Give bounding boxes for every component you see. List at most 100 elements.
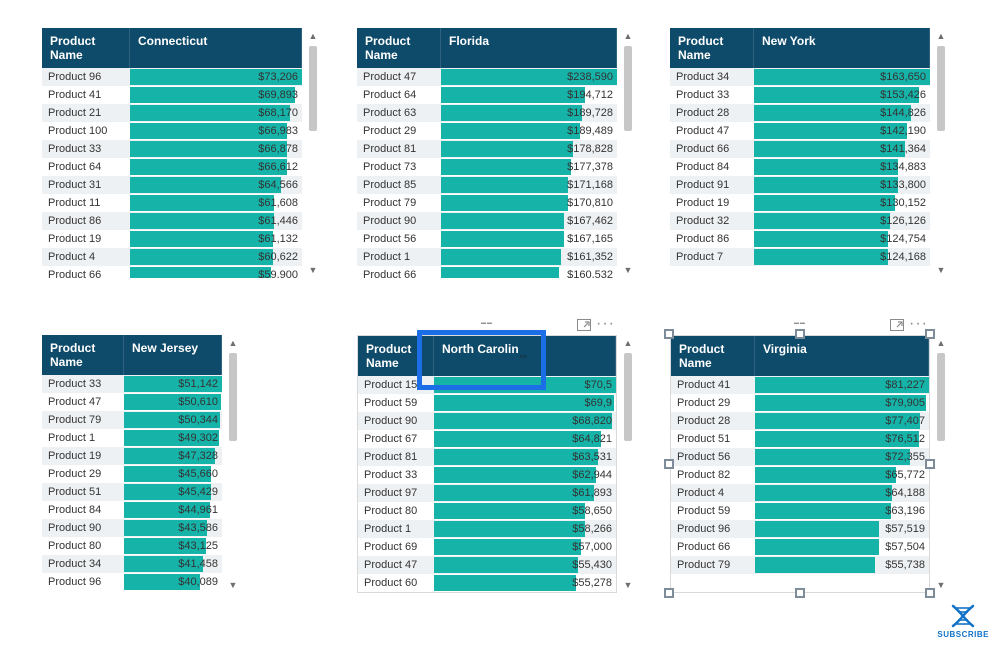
vertical-scrollbar[interactable]: ▲▼ — [621, 28, 635, 278]
table-row[interactable]: Product 80$43,125 — [42, 537, 222, 555]
table-row[interactable]: Product 47$238,590 — [357, 68, 617, 86]
table-row[interactable]: Product 59$63,196 — [671, 502, 929, 520]
table-row[interactable]: Product 100$66,983 — [42, 122, 302, 140]
data-table[interactable]: Product NameConnecticutProduct 96$73,206… — [42, 28, 302, 278]
table-row[interactable]: Product 86$124,754 — [670, 230, 930, 248]
vertical-scrollbar[interactable]: ▲▼ — [621, 335, 635, 593]
table-row[interactable]: Product 33$66,878 — [42, 140, 302, 158]
table-row[interactable]: Product 90$43,586 — [42, 519, 222, 537]
scroll-down-icon[interactable]: ▼ — [623, 265, 633, 275]
table-row[interactable]: Product 28$144,826 — [670, 104, 930, 122]
table-row[interactable]: Product 79$170,810 — [357, 194, 617, 212]
scroll-thumb[interactable] — [624, 353, 632, 441]
table-row[interactable]: Product 56$72,355 — [671, 448, 929, 466]
table-row[interactable]: Product 51$76,512 — [671, 430, 929, 448]
table-header[interactable]: Product NameConnecticut — [42, 28, 302, 68]
table-row[interactable]: Product 66$57,504 — [671, 538, 929, 556]
scroll-up-icon[interactable]: ▲ — [623, 338, 633, 348]
column-header-state[interactable]: North Carolin — [434, 336, 616, 376]
table-row[interactable]: Product 51$45,429 — [42, 483, 222, 501]
drag-grip-icon[interactable]: ━━ — [476, 321, 498, 326]
table-row[interactable]: Product 19$130,152 — [670, 194, 930, 212]
selection-handle[interactable] — [664, 459, 674, 469]
table-row[interactable]: Product 96$73,206 — [42, 68, 302, 86]
vertical-scrollbar[interactable]: ▲▼ — [934, 335, 948, 593]
column-header-product[interactable]: Product Name — [670, 28, 754, 68]
table-row[interactable]: Product 33$51,142 — [42, 375, 222, 393]
table-row[interactable]: Product 1$58,266 — [358, 520, 616, 538]
table-body[interactable]: Product 33$51,142Product 47$50,610Produc… — [42, 375, 222, 593]
subscribe-badge[interactable]: SUBSCRIBE — [937, 604, 989, 639]
table-row[interactable]: Product 47$55,430 — [358, 556, 616, 574]
scroll-down-icon[interactable]: ▼ — [936, 265, 946, 275]
table-row[interactable]: Product 21$68,170 — [42, 104, 302, 122]
table-row[interactable]: Product 34$163,650 — [670, 68, 930, 86]
table-body[interactable]: Product 41$81,227Product 29$79,905Produc… — [671, 376, 929, 592]
scroll-down-icon[interactable]: ▼ — [308, 265, 318, 275]
table-row[interactable]: Product 29$79,905 — [671, 394, 929, 412]
selection-handle[interactable] — [664, 588, 674, 598]
scroll-thumb[interactable] — [309, 46, 317, 131]
scroll-thumb[interactable] — [229, 353, 237, 441]
table-row[interactable]: Product 19$47,328 — [42, 447, 222, 465]
table-row[interactable]: Product 15$70,5 — [358, 376, 616, 394]
table-row[interactable]: Product 85$171,168 — [357, 176, 617, 194]
table-row[interactable]: Product 96$40,089 — [42, 573, 222, 591]
selection-handle[interactable] — [925, 459, 935, 469]
table-row[interactable]: Product 79$50,344 — [42, 411, 222, 429]
table-body[interactable]: Product 15$70,5Product 59$69,9Product 90… — [358, 376, 616, 592]
table-row[interactable]: Product 64$66,612 — [42, 158, 302, 176]
table-row[interactable]: Product 86$61,446 — [42, 212, 302, 230]
table-row[interactable]: Product 80$58,650 — [358, 502, 616, 520]
table-header[interactable]: Product NameNew Jersey — [42, 335, 222, 375]
table-row[interactable]: Product 41$69,893 — [42, 86, 302, 104]
table-visual[interactable]: ━━···Product NameVirginiaProduct 41$81,2… — [670, 335, 930, 593]
table-row[interactable]: Product 47$50,610 — [42, 393, 222, 411]
column-header-product[interactable]: Product Name — [42, 28, 130, 68]
scroll-thumb[interactable] — [624, 46, 632, 131]
table-row[interactable]: Product 4$60,622 — [42, 248, 302, 266]
table-row[interactable]: Product 47$142,190 — [670, 122, 930, 140]
table-row[interactable]: Product 34$41,458 — [42, 555, 222, 573]
scroll-down-icon[interactable]: ▼ — [228, 580, 238, 590]
table-row[interactable]: Product 28$77,407 — [671, 412, 929, 430]
column-header-product[interactable]: Product Name — [358, 336, 434, 376]
scroll-up-icon[interactable]: ▲ — [936, 31, 946, 41]
table-header[interactable]: Product NameNorth Carolin — [358, 336, 616, 376]
data-table[interactable]: Product NameVirginiaProduct 41$81,227Pro… — [670, 335, 930, 593]
table-row[interactable]: Product 59$69,9 — [358, 394, 616, 412]
data-table[interactable]: Product NameNew JerseyProduct 33$51,142P… — [42, 335, 222, 593]
selection-handle[interactable] — [795, 329, 805, 339]
scroll-up-icon[interactable]: ▲ — [936, 338, 946, 348]
table-row[interactable]: Product 33$62,944 — [358, 466, 616, 484]
table-row[interactable]: Product 11$61,608 — [42, 194, 302, 212]
table-row[interactable]: Product 33$153,426 — [670, 86, 930, 104]
table-visual[interactable]: Product NameFloridaProduct 47$238,590Pro… — [357, 28, 617, 278]
table-row[interactable]: Product 64$194,712 — [357, 86, 617, 104]
table-row[interactable]: Product 66$141,364 — [670, 140, 930, 158]
table-row[interactable]: Product 19$61,132 — [42, 230, 302, 248]
table-row[interactable]: Product 29$45,660 — [42, 465, 222, 483]
table-row[interactable]: Product 97$61,893 — [358, 484, 616, 502]
report-canvas[interactable]: Product NameConnecticutProduct 96$73,206… — [0, 0, 1003, 645]
selection-handle[interactable] — [795, 588, 805, 598]
table-body[interactable]: Product 34$163,650Product 33$153,426Prod… — [670, 68, 930, 278]
table-row[interactable]: Product 29$189,489 — [357, 122, 617, 140]
vertical-scrollbar[interactable]: ▲▼ — [226, 335, 240, 593]
table-visual[interactable]: Product NameConnecticutProduct 96$73,206… — [42, 28, 302, 278]
more-options-icon[interactable]: ··· — [596, 315, 615, 333]
scroll-thumb[interactable] — [937, 353, 945, 441]
vertical-scrollbar[interactable]: ▲▼ — [934, 28, 948, 278]
table-header[interactable]: Product NameFlorida — [357, 28, 617, 68]
column-header-product[interactable]: Product Name — [671, 336, 755, 376]
table-header[interactable]: Product NameNew York — [670, 28, 930, 68]
column-header-state[interactable]: Virginia — [755, 336, 929, 376]
table-row[interactable]: Product 90$167,462 — [357, 212, 617, 230]
data-table[interactable]: Product NameNorth CarolinProduct 15$70,5… — [357, 335, 617, 593]
column-header-state[interactable]: Connecticut — [130, 28, 302, 68]
vertical-scrollbar[interactable]: ▲▼ — [306, 28, 320, 278]
table-row[interactable]: Product 90$68,820 — [358, 412, 616, 430]
scroll-down-icon[interactable]: ▼ — [623, 580, 633, 590]
table-row[interactable]: Product 69$57,000 — [358, 538, 616, 556]
scroll-up-icon[interactable]: ▲ — [623, 31, 633, 41]
